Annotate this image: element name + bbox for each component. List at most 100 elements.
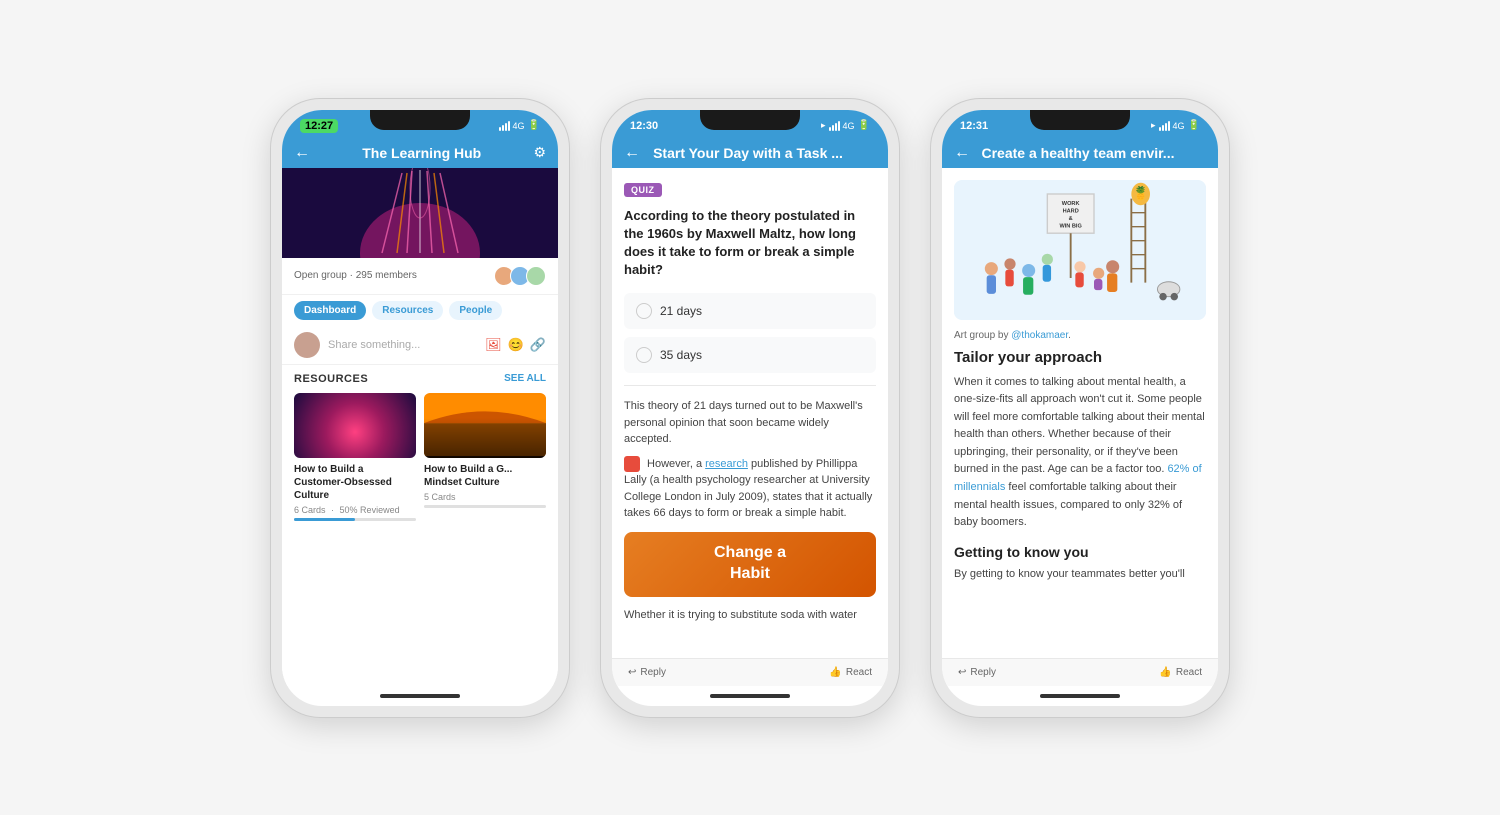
status-icons-2: ▸ 4G 🔋 bbox=[821, 120, 870, 131]
article-subheading: Getting to know you bbox=[954, 544, 1206, 560]
phone-frame-2: 12:30 ▸ 4G 🔋 ← bbox=[600, 98, 900, 718]
status-icons-1: 4G 🔋 bbox=[499, 120, 540, 131]
reply-action-3[interactable]: ↩ Reply bbox=[958, 667, 996, 678]
app-header-1: ← The Learning Hub ⚙ bbox=[282, 138, 558, 168]
phone-3: 12:31 ▸ 4G 🔋 ← bbox=[930, 98, 1230, 718]
group-meta: Open group · 295 members bbox=[294, 270, 417, 281]
share-box: Share something... 🖼 😊 🔗 bbox=[282, 326, 558, 365]
art-author-link[interactable]: @thokamaer bbox=[1011, 330, 1068, 341]
research-link[interactable]: research bbox=[705, 458, 748, 470]
home-indicator-1 bbox=[282, 686, 558, 706]
radio-1[interactable] bbox=[636, 303, 652, 319]
header-title-3: Create a healthy team envir... bbox=[970, 145, 1186, 161]
hub-hero-image bbox=[282, 168, 558, 258]
screen-content-2: QUIZ According to the theory postulated … bbox=[612, 168, 888, 658]
quiz-question: According to the theory postulated in th… bbox=[624, 207, 876, 280]
share-placeholder[interactable]: Share something... bbox=[328, 339, 477, 351]
network-1: 4G bbox=[513, 121, 525, 131]
react-label-2: React bbox=[846, 667, 872, 678]
time-2: 12:30 bbox=[630, 120, 658, 132]
card-title-1: How to Build a Customer-Obsessed Culture bbox=[294, 463, 416, 502]
svg-text:WORK: WORK bbox=[1062, 201, 1080, 207]
home-bar-3 bbox=[1040, 694, 1120, 698]
time-1: 12:27 bbox=[300, 119, 338, 133]
reply-action-2[interactable]: ↩ Reply bbox=[628, 667, 666, 678]
home-bar-1 bbox=[380, 694, 460, 698]
link-icon[interactable]: 🔗 bbox=[530, 337, 546, 353]
tab-resources[interactable]: Resources bbox=[372, 301, 443, 320]
network-3: 4G bbox=[1173, 121, 1185, 131]
see-all-button[interactable]: SEE ALL bbox=[504, 373, 546, 384]
react-action-3[interactable]: 👍 React bbox=[1159, 667, 1202, 678]
back-button-1[interactable]: ← bbox=[294, 144, 310, 162]
react-action-2[interactable]: 👍 React bbox=[829, 667, 872, 678]
avatar-3 bbox=[526, 266, 546, 286]
react-icon-2: 👍 bbox=[829, 667, 841, 678]
tab-bar-1: Dashboard Resources People bbox=[282, 295, 558, 326]
millennials-link[interactable]: 62% of millennials bbox=[954, 463, 1202, 493]
home-indicator-2 bbox=[612, 686, 888, 706]
article-hero: WORK HARD & WIN BIG bbox=[954, 180, 1206, 320]
battery-icon-2: 🔋 bbox=[858, 120, 870, 131]
back-button-3[interactable]: ← bbox=[954, 144, 970, 162]
option-text-2: 35 days bbox=[660, 348, 702, 362]
signal-icon-3 bbox=[1159, 121, 1170, 131]
phones-container: 12:27 4G 🔋 ← The Lea bbox=[230, 58, 1270, 758]
notch-1 bbox=[370, 110, 470, 130]
time-3: 12:31 bbox=[960, 120, 988, 132]
radio-2[interactable] bbox=[636, 347, 652, 363]
battery-icon-3: 🔋 bbox=[1188, 120, 1200, 131]
reply-label-2: Reply bbox=[640, 667, 666, 678]
tab-dashboard[interactable]: Dashboard bbox=[294, 301, 366, 320]
reply-label-3: Reply bbox=[970, 667, 996, 678]
quiz-content: QUIZ According to the theory postulated … bbox=[612, 168, 888, 658]
screen-content-3: WORK HARD & WIN BIG bbox=[942, 168, 1218, 658]
back-button-2[interactable]: ← bbox=[624, 144, 640, 162]
location-icon: ▸ bbox=[821, 120, 826, 131]
header-title-1: The Learning Hub bbox=[310, 145, 533, 161]
progress-bar-1 bbox=[294, 518, 416, 521]
emoji-icon[interactable]: 😊 bbox=[508, 337, 524, 353]
notch-2 bbox=[700, 110, 800, 130]
reply-icon-2: ↩ bbox=[628, 667, 636, 678]
notch-3 bbox=[1030, 110, 1130, 130]
resource-img-1 bbox=[294, 393, 416, 458]
image-icon[interactable]: 🖼 bbox=[485, 337, 502, 353]
signal-icon-2 bbox=[829, 121, 840, 131]
change-habit-banner: Change aHabit bbox=[624, 532, 876, 597]
react-icon-3: 👍 bbox=[1159, 667, 1171, 678]
react-label-3: React bbox=[1176, 667, 1202, 678]
svg-text:HARD: HARD bbox=[1063, 208, 1079, 214]
research-text: However, a research published by Phillip… bbox=[624, 456, 876, 522]
resources-section: RESOURCES SEE ALL How to Build a Custome… bbox=[282, 365, 558, 529]
progress-bar-2 bbox=[424, 505, 546, 508]
resources-title: RESOURCES bbox=[294, 373, 368, 385]
quiz-divider bbox=[624, 385, 876, 386]
location-icon-3: ▸ bbox=[1151, 120, 1156, 131]
quiz-badge: QUIZ bbox=[624, 183, 662, 197]
svg-text:🍍: 🍍 bbox=[1133, 185, 1149, 200]
quiz-option-1[interactable]: 21 days bbox=[624, 293, 876, 329]
highlight-icon bbox=[624, 456, 640, 472]
resource-card-1[interactable]: How to Build a Customer-Obsessed Culture… bbox=[294, 393, 416, 521]
phone-screen-1: 12:27 4G 🔋 ← The Lea bbox=[282, 110, 558, 706]
share-icons: 🖼 😊 🔗 bbox=[485, 337, 546, 353]
tab-people[interactable]: People bbox=[449, 301, 502, 320]
svg-text:&: & bbox=[1069, 216, 1073, 222]
home-indicator-3 bbox=[942, 686, 1218, 706]
resource-card-2[interactable]: How to Build a G... Mindset Culture 5 Ca… bbox=[424, 393, 546, 521]
resource-img-2 bbox=[424, 393, 546, 458]
quiz-footer: Whether it is trying to substitute soda … bbox=[624, 607, 876, 624]
bottom-bar-3: ↩ Reply 👍 React bbox=[942, 658, 1218, 686]
phone-screen-2: 12:30 ▸ 4G 🔋 ← bbox=[612, 110, 888, 706]
settings-icon-1[interactable]: ⚙ bbox=[533, 144, 546, 161]
card-title-2: How to Build a G... Mindset Culture bbox=[424, 463, 546, 489]
card-img-svg bbox=[424, 393, 546, 458]
home-bar-2 bbox=[710, 694, 790, 698]
article-body-2: By getting to know your teammates better… bbox=[954, 566, 1206, 584]
article-content: WORK HARD & WIN BIG bbox=[942, 168, 1218, 658]
quiz-option-2[interactable]: 35 days bbox=[624, 337, 876, 373]
battery-icon-1: 🔋 bbox=[528, 120, 540, 131]
status-icons-3: ▸ 4G 🔋 bbox=[1151, 120, 1200, 131]
option-text-1: 21 days bbox=[660, 304, 702, 318]
